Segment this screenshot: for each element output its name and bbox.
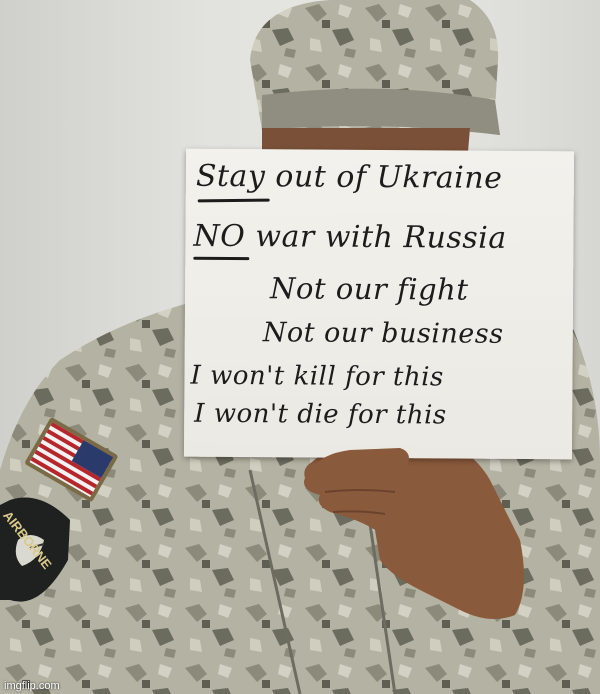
sign-line-6: I won't die for this	[194, 398, 447, 431]
protest-sign: Stay out of Ukraine NO war with Russia N…	[183, 148, 575, 460]
sign-line-1: Stay out of Ukraine	[195, 158, 503, 196]
sign-line-3: Not our fight	[269, 271, 469, 307]
sign-underline-1	[197, 198, 270, 203]
photo-scene: AIRBORNE Stay out of Ukraine NO war with…	[0, 0, 600, 694]
sign-line-5: I won't kill for this	[190, 360, 444, 393]
watermark: imgflip.com	[4, 680, 60, 692]
sign-line-4: Not our business	[262, 317, 504, 350]
sign-line-2: NO war with Russia	[193, 218, 507, 256]
sign-underline-2	[193, 256, 250, 261]
thumb	[310, 448, 409, 484]
